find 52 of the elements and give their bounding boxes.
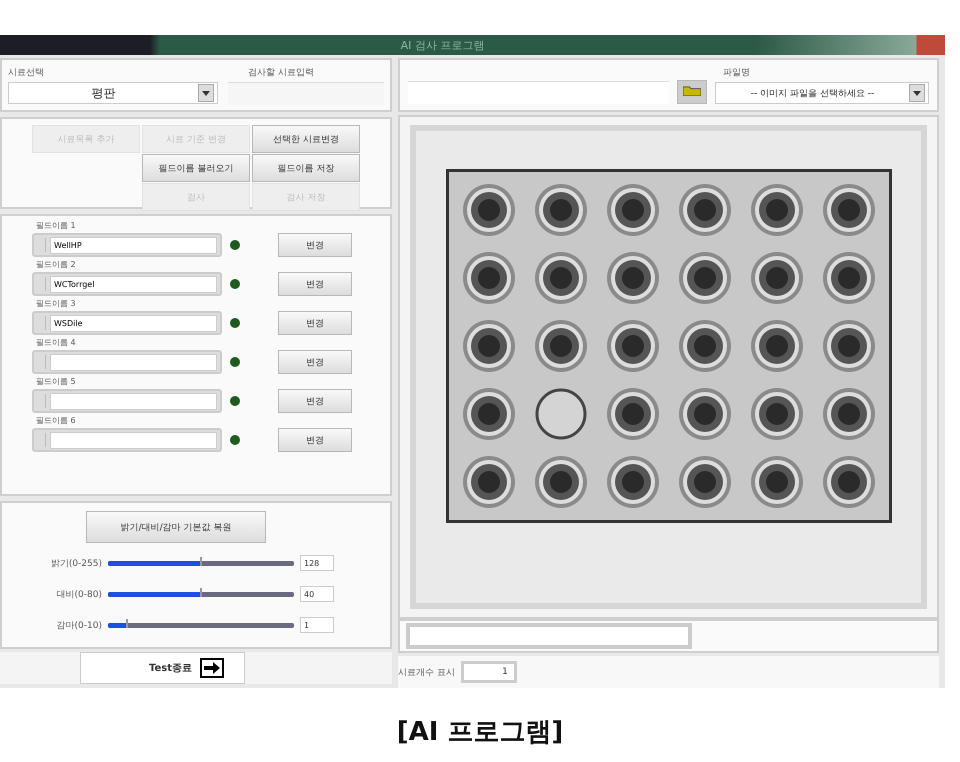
action-button[interactable]: 선택한 시료변경 bbox=[252, 125, 360, 153]
caption: [AI 프로그램] bbox=[396, 717, 564, 747]
slider-value: 128 bbox=[300, 555, 334, 571]
change-button[interactable]: 변경 bbox=[278, 311, 352, 335]
slider-value: 1 bbox=[300, 617, 334, 633]
folder-button[interactable] bbox=[677, 80, 707, 104]
change-button[interactable]: 변경 bbox=[278, 428, 352, 452]
reset-button[interactable]: 밝기/대비/감마 기본값 복원 bbox=[86, 511, 266, 543]
text-field[interactable]: WCTorrgel bbox=[32, 272, 222, 296]
count-label: 시료개수 표시 bbox=[398, 666, 455, 678]
action-button[interactable]: 필드이름 저장 bbox=[252, 154, 360, 182]
text-field[interactable] bbox=[32, 428, 222, 452]
field-label: 검사할 시료입력 bbox=[248, 67, 315, 79]
status-dot-icon bbox=[230, 279, 240, 289]
status-dot-icon bbox=[230, 357, 240, 367]
slider-label: 감마(0-10) bbox=[56, 620, 102, 632]
slider-thumb[interactable] bbox=[126, 618, 128, 628]
field-label: 필드이름 1 bbox=[36, 220, 77, 231]
field-label: 시료선택 bbox=[8, 67, 45, 79]
slider-value: 40 bbox=[300, 586, 334, 602]
window-title: AI 검사 프로그램 bbox=[400, 38, 484, 52]
status-dot-icon bbox=[230, 240, 240, 250]
caret-icon bbox=[913, 89, 921, 97]
exit-label: Test종료 bbox=[148, 662, 192, 675]
change-button[interactable]: 변경 bbox=[278, 233, 352, 257]
slider-label: 대비(0-80) bbox=[56, 588, 102, 600]
field-label: 필드이름 3 bbox=[36, 298, 77, 309]
status-dot-icon bbox=[230, 318, 240, 328]
status-field[interactable] bbox=[406, 623, 692, 649]
text-field[interactable] bbox=[32, 350, 222, 374]
folder-icon bbox=[683, 85, 701, 96]
action-button[interactable]: 필드이름 불러오기 bbox=[142, 154, 250, 182]
sample-input-field[interactable] bbox=[228, 82, 384, 105]
file-dropdown[interactable]: -- 이미지 파일을 선택하세요 -- bbox=[715, 82, 929, 104]
path-field[interactable] bbox=[408, 81, 669, 104]
field-label: 필드이름 2 bbox=[36, 259, 77, 270]
change-button[interactable]: 변경 bbox=[278, 350, 352, 374]
status-dot-icon bbox=[230, 435, 240, 445]
slider-label: 밝기(0-255) bbox=[50, 558, 102, 570]
caret-icon bbox=[202, 89, 210, 97]
field-label: 필드이름 4 bbox=[36, 337, 77, 348]
text-field[interactable]: WSDile bbox=[32, 311, 222, 335]
field-label: 필드이름 5 bbox=[36, 376, 77, 387]
field-label: 필드이름 6 bbox=[36, 415, 77, 426]
status-dot-icon bbox=[230, 396, 240, 406]
change-button[interactable]: 변경 bbox=[278, 389, 352, 413]
text-field[interactable]: WellHP bbox=[32, 233, 222, 257]
change-button[interactable]: 변경 bbox=[278, 272, 352, 296]
field-label: 파일명 bbox=[723, 67, 751, 79]
count-spinner[interactable]: 1 bbox=[460, 661, 517, 683]
sample-dropdown[interactable]: 평판 bbox=[8, 82, 218, 104]
text-field[interactable] bbox=[32, 389, 222, 413]
